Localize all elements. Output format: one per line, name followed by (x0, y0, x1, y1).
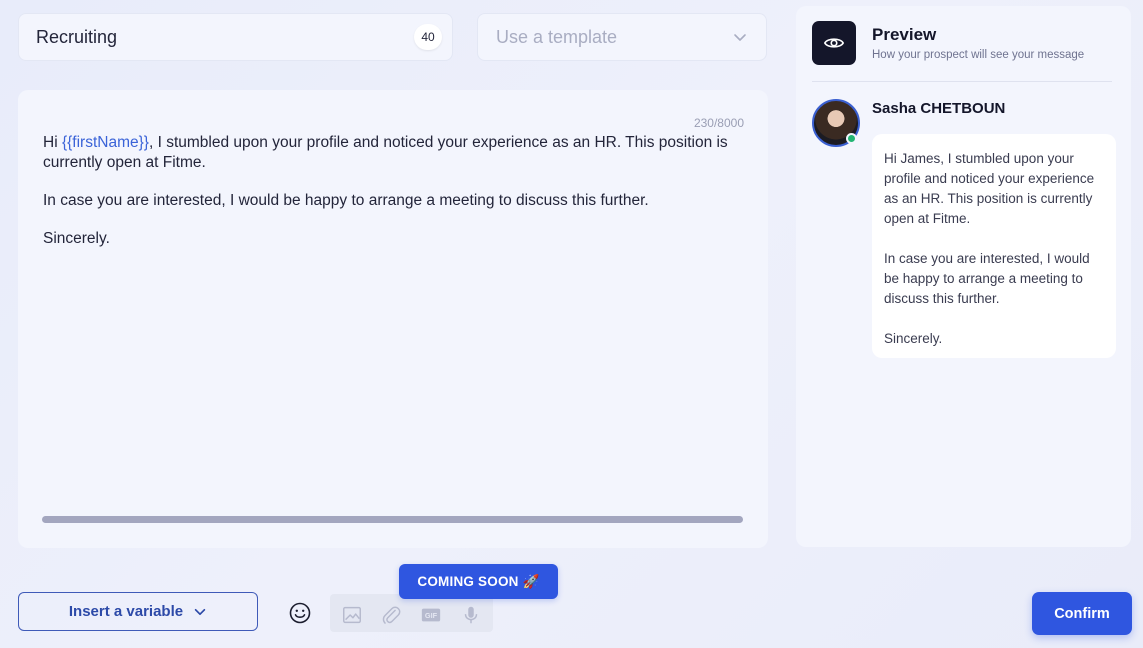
message-paragraph-1: Hi {{firstName}}, I stumbled upon your p… (43, 133, 753, 173)
message-greeting: Hi (43, 134, 62, 151)
confirm-button[interactable]: Confirm (1032, 592, 1132, 635)
insert-variable-label: Insert a variable (68, 603, 184, 620)
microphone-icon (464, 606, 478, 624)
svg-text:GIF: GIF (425, 611, 438, 620)
preview-paragraph-3: Sincerely. (884, 331, 943, 346)
horizontal-scrollbar[interactable] (42, 516, 743, 523)
preview-paragraph-1: Hi James, I stumbled upon your profile a… (884, 151, 1095, 226)
message-editor-body[interactable]: Hi {{firstName}}, I stumbled upon your p… (43, 133, 753, 267)
preview-eye-badge (812, 21, 856, 65)
sequence-count-badge: 40 (414, 24, 442, 50)
preview-divider (812, 81, 1112, 82)
sequence-name-field[interactable]: Recruiting 40 (18, 13, 453, 61)
message-preview-bubble: Hi James, I stumbled upon your profile a… (872, 134, 1116, 358)
preview-panel: Preview How your prospect will see your … (796, 6, 1131, 547)
preview-paragraph-2: In case you are interested, I would be h… (884, 251, 1090, 306)
preview-subtitle: How your prospect will see your message (872, 49, 1085, 61)
online-status-dot (846, 133, 857, 144)
chevron-down-icon (194, 608, 206, 615)
sender-name: Sasha CHETBOUN (872, 100, 1006, 117)
sequence-name-value[interactable]: Recruiting (36, 27, 414, 48)
insert-variable-button[interactable]: Insert a variable (18, 592, 258, 631)
smiley-icon[interactable] (288, 601, 312, 625)
message-paragraph-2: In case you are interested, I would be h… (43, 192, 649, 209)
first-name-variable[interactable]: {{firstName}} (62, 134, 149, 151)
paperclip-icon (382, 606, 401, 624)
coming-soon-badge: COMING SOON 🚀 (399, 564, 558, 599)
gif-icon: GIF (421, 608, 441, 622)
message-editor[interactable]: 230/8000 Hi {{firstName}}, I stumbled up… (18, 90, 768, 548)
character-count: 230/8000 (693, 116, 744, 130)
preview-title: Preview (872, 25, 937, 44)
message-paragraph-3: Sincerely. (43, 230, 110, 247)
eye-icon (823, 38, 845, 48)
chevron-down-icon (734, 34, 746, 41)
image-icon (343, 606, 361, 624)
template-select-placeholder: Use a template (496, 26, 618, 47)
template-select[interactable]: Use a template (477, 13, 767, 61)
